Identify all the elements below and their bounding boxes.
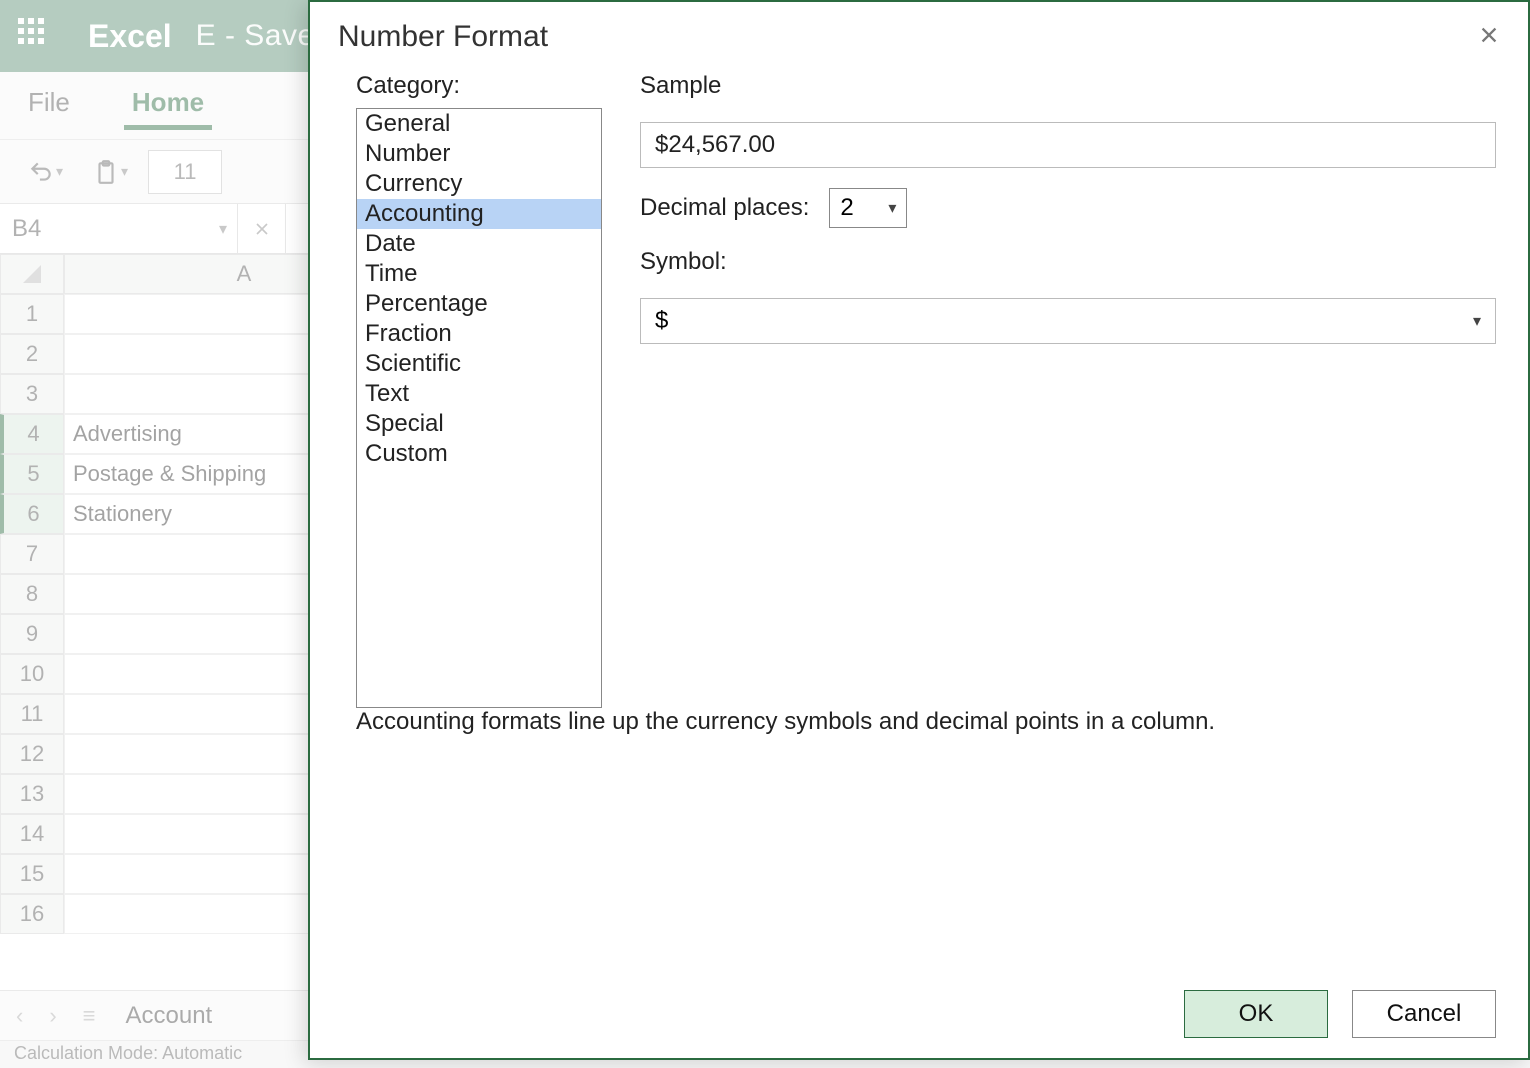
row-header[interactable]: 14 xyxy=(0,814,64,854)
sheet-next-button[interactable]: › xyxy=(43,1003,62,1029)
undo-icon xyxy=(28,159,54,185)
row-header[interactable]: 16 xyxy=(0,894,64,934)
category-item[interactable]: Percentage xyxy=(357,289,601,319)
row-header[interactable]: 4 xyxy=(0,414,64,454)
row-header[interactable]: 9 xyxy=(0,614,64,654)
decimal-places-input[interactable]: 2 ▾ xyxy=(829,188,907,228)
symbol-label: Symbol: xyxy=(640,248,1496,276)
symbol-value: $ xyxy=(655,307,668,335)
clipboard-icon xyxy=(93,157,119,187)
category-column: Category: GeneralNumberCurrencyAccountin… xyxy=(356,72,602,708)
paste-button[interactable]: ▾ xyxy=(83,150,138,194)
cancel-button[interactable]: Cancel xyxy=(1352,990,1496,1038)
x-icon xyxy=(252,219,272,239)
row-header[interactable]: 7 xyxy=(0,534,64,574)
row-header[interactable]: 6 xyxy=(0,494,64,534)
options-column: Sample $24,567.00 Decimal places: 2 ▾ Sy… xyxy=(640,72,1496,708)
close-icon xyxy=(1478,24,1500,46)
sheet-prev-button[interactable]: ‹ xyxy=(10,1003,29,1029)
document-title[interactable]: E - Save xyxy=(196,19,315,53)
dialog-title: Number Format xyxy=(338,20,548,54)
undo-button[interactable]: ▾ xyxy=(18,150,73,194)
font-size-input[interactable]: 11 xyxy=(148,150,222,194)
app-launcher-icon[interactable] xyxy=(18,18,54,54)
dialog-close-button[interactable] xyxy=(1478,21,1500,53)
row-header[interactable]: 1 xyxy=(0,294,64,334)
chevron-down-icon: ▾ xyxy=(121,163,128,180)
chevron-down-icon: ▾ xyxy=(888,198,896,218)
sheet-tab[interactable]: Account xyxy=(116,998,223,1034)
dialog-body: Category: GeneralNumberCurrencyAccountin… xyxy=(310,72,1528,708)
app-name: Excel xyxy=(88,18,172,55)
row-header[interactable]: 12 xyxy=(0,734,64,774)
category-item[interactable]: Accounting xyxy=(357,199,601,229)
select-all-corner[interactable] xyxy=(0,254,64,294)
sample-label: Sample xyxy=(640,72,1496,100)
chevron-down-icon: ▾ xyxy=(56,163,63,180)
name-box[interactable]: B4 ▾ xyxy=(0,204,238,253)
category-item[interactable]: Custom xyxy=(357,439,601,469)
number-format-dialog: Number Format Category: GeneralNumberCur… xyxy=(308,0,1530,1060)
row-header[interactable]: 11 xyxy=(0,694,64,734)
row-header[interactable]: 5 xyxy=(0,454,64,494)
dialog-footer: OK Cancel xyxy=(310,970,1528,1058)
format-description: Accounting formats line up the currency … xyxy=(356,708,1482,736)
decimal-places-label: Decimal places: xyxy=(640,194,809,222)
decimal-places-value: 2 xyxy=(840,194,853,222)
name-box-value: B4 xyxy=(12,215,41,243)
category-item[interactable]: Text xyxy=(357,379,601,409)
row-header[interactable]: 2 xyxy=(0,334,64,374)
category-item[interactable]: Date xyxy=(357,229,601,259)
symbol-select[interactable]: $ ▾ xyxy=(640,298,1496,344)
row-header[interactable]: 10 xyxy=(0,654,64,694)
row-header[interactable]: 13 xyxy=(0,774,64,814)
row-header[interactable]: 8 xyxy=(0,574,64,614)
row-header[interactable]: 3 xyxy=(0,374,64,414)
category-listbox[interactable]: GeneralNumberCurrencyAccountingDateTimeP… xyxy=(356,108,602,708)
cancel-formula-button[interactable] xyxy=(238,204,286,253)
category-label: Category: xyxy=(356,72,602,100)
tab-home[interactable]: Home xyxy=(130,79,206,132)
category-item[interactable]: General xyxy=(357,109,601,139)
sample-value-box: $24,567.00 xyxy=(640,122,1496,168)
all-sheets-button[interactable]: ≡ xyxy=(77,1003,102,1029)
category-item[interactable]: Currency xyxy=(357,169,601,199)
chevron-down-icon: ▾ xyxy=(1473,311,1481,331)
row-header[interactable]: 15 xyxy=(0,854,64,894)
category-item[interactable]: Time xyxy=(357,259,601,289)
tab-file[interactable]: File xyxy=(26,79,72,132)
dialog-header: Number Format xyxy=(310,2,1528,72)
category-item[interactable]: Fraction xyxy=(357,319,601,349)
ok-button[interactable]: OK xyxy=(1184,990,1328,1038)
chevron-down-icon: ▾ xyxy=(219,219,227,239)
category-item[interactable]: Scientific xyxy=(357,349,601,379)
category-item[interactable]: Special xyxy=(357,409,601,439)
category-item[interactable]: Number xyxy=(357,139,601,169)
